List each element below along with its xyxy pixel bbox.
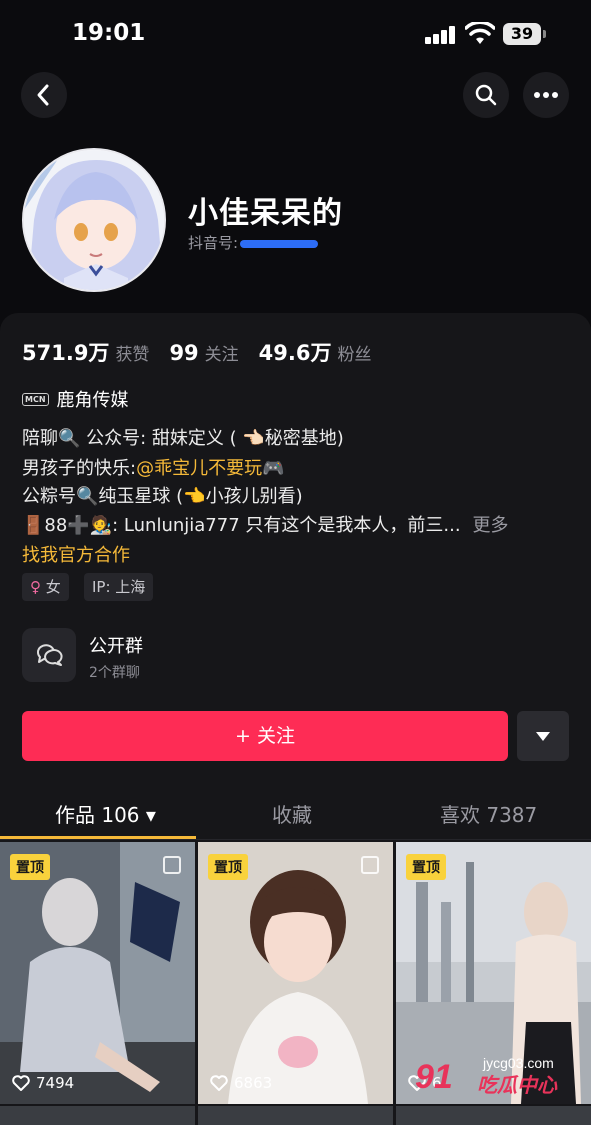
video-likes-count: 6863	[234, 1074, 273, 1092]
group-subtitle: 2个群聊	[89, 665, 140, 681]
bio-line-4: 🚪88➕🧑‍🎨: Lunlunjia777 只有这个是我本人，前三... 更多	[22, 511, 582, 537]
pinned-badge: 置顶	[10, 854, 50, 880]
tab-likes[interactable]: 喜欢 7387	[440, 799, 537, 828]
select-checkbox[interactable]	[163, 856, 181, 874]
ip-chip: IP: 上海	[84, 573, 154, 601]
video-tile-5[interactable]	[198, 1106, 393, 1125]
heart-icon	[210, 1075, 228, 1091]
mcn-row[interactable]: MCN 鹿角传媒	[22, 386, 129, 412]
following-label[interactable]: 关注	[205, 345, 239, 365]
follow-button[interactable]: + 关注	[22, 711, 508, 761]
heart-icon	[12, 1075, 30, 1091]
bio-line-1: 陪聊🔍 公众号: 甜妹定义 ( 👈🏻秘密基地)	[22, 428, 344, 449]
anime-avatar-image	[24, 150, 164, 290]
bio-line-2-suffix: 🎮	[262, 458, 285, 479]
back-arrow-icon	[37, 84, 49, 106]
redacted-id-mask	[240, 239, 319, 248]
avatar[interactable]	[22, 148, 166, 292]
bio-mention-link[interactable]: @乖宝儿不要玩	[136, 458, 262, 479]
more-dots-icon	[534, 92, 558, 98]
tab-divider	[0, 839, 591, 840]
site-watermark-logo: 91 jycg03.com 吃瓜中心	[415, 1055, 558, 1096]
status-time: 19:01	[72, 20, 146, 46]
gender-chip: ♀ 女	[22, 573, 69, 601]
group-title[interactable]: 公开群	[89, 632, 143, 658]
battery-indicator: 39	[503, 23, 546, 45]
active-tab-indicator	[0, 836, 196, 839]
video-thumbnail-2	[198, 842, 393, 1104]
official-cooperation-link[interactable]: 找我官方合作	[22, 541, 130, 567]
more-button[interactable]	[523, 72, 569, 118]
wifi-icon	[465, 22, 495, 44]
group-chat-button[interactable]	[22, 628, 76, 682]
video-tile-1[interactable]: 置顶 7494	[0, 842, 195, 1104]
female-icon: ♀	[30, 578, 41, 596]
video-tile-6[interactable]	[396, 1106, 591, 1125]
pinned-badge: 置顶	[208, 854, 248, 880]
followers-count[interactable]: 49.6万	[259, 341, 332, 365]
video-thumbnail-1	[0, 842, 195, 1104]
select-checkbox[interactable]	[361, 856, 379, 874]
status-bar: 19:01 39	[0, 0, 591, 70]
douyin-id: 抖音号:	[188, 232, 319, 253]
watermark-domain: jycg03.com	[482, 1055, 554, 1071]
video-tile-4[interactable]	[0, 1106, 195, 1125]
tab-works[interactable]: 作品 106 ▾	[55, 799, 156, 828]
profile-stats: 571.9万 获赞 99 关注 49.6万 粉丝	[22, 337, 392, 367]
bio-line-3: 公粽号🔍纯玉星球 (👈小孩儿别看)	[22, 486, 303, 507]
pinned-badge: 置顶	[406, 854, 446, 880]
likes-count: 571.9万	[22, 341, 110, 365]
douyin-id-label: 抖音号:	[188, 234, 239, 252]
caret-down-icon	[536, 731, 550, 741]
gender-label: 女	[45, 578, 61, 596]
bio-more-link[interactable]: 更多	[473, 515, 509, 536]
tab-favorites[interactable]: 收藏	[272, 799, 312, 828]
profile-name: 小佳呆呆的	[188, 196, 343, 231]
group-chat-icon	[37, 644, 63, 666]
watermark-text: 吃瓜中心	[477, 1073, 558, 1096]
watermark-number: 91	[415, 1058, 453, 1096]
followers-label[interactable]: 粉丝	[338, 345, 372, 365]
bio-line-4-text: 🚪88➕🧑‍🎨: Lunlunjia777 只有这个是我本人，前三...	[22, 515, 461, 536]
more-actions-dropdown[interactable]	[517, 711, 569, 761]
back-button[interactable]	[21, 72, 67, 118]
signal-icon	[425, 26, 457, 44]
mcn-name: 鹿角传媒	[56, 390, 129, 411]
video-likes-count: 7494	[36, 1074, 75, 1092]
search-icon	[475, 84, 497, 106]
video-tile-2[interactable]: 置顶 6863	[198, 842, 393, 1104]
likes-label: 获赞	[115, 345, 150, 365]
bio-line-2: 男孩子的快乐:@乖宝儿不要玩🎮	[22, 454, 582, 480]
search-button[interactable]	[463, 72, 509, 118]
mcn-badge: MCN	[22, 392, 49, 406]
video-likes: 7494	[12, 1074, 74, 1092]
bio-line-2-prefix: 男孩子的快乐:	[22, 458, 137, 479]
video-likes: 6863	[210, 1074, 272, 1092]
following-count[interactable]: 99	[169, 341, 198, 365]
